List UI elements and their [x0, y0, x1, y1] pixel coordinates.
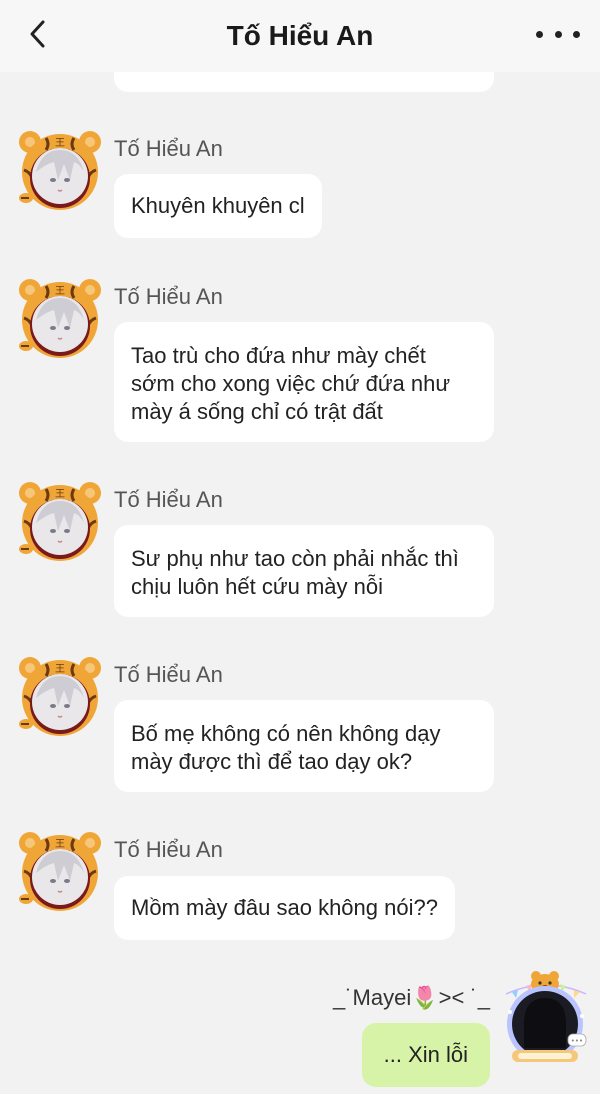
- more-horizontal-icon: [536, 30, 543, 38]
- message-bubble[interactable]: Bố mẹ không có nên không dạy mày được th…: [114, 700, 494, 792]
- chat-title: Tố Hiểu An: [226, 20, 374, 51]
- more-options-button[interactable]: [536, 18, 580, 50]
- chat-header: Tố Hiểu An: [0, 0, 600, 72]
- sender-avatar[interactable]: [16, 827, 104, 915]
- message-bubble[interactable]: Tao trù cho đứa như mày chết sớm cho xon…: [114, 322, 494, 442]
- message-bubble[interactable]: Khuyên khuyên cl: [114, 174, 322, 238]
- my-display-name: _˙Mayei🌷>< ˙_: [332, 985, 490, 1010]
- sender-avatar[interactable]: [16, 274, 104, 362]
- back-button[interactable]: [20, 16, 56, 52]
- sender-avatar[interactable]: [16, 652, 104, 740]
- sender-name: Tố Hiểu An: [114, 487, 223, 512]
- message-bubble[interactable]: Sư phụ như tao còn phải nhắc thì chịu lu…: [114, 525, 494, 617]
- my-avatar[interactable]: •••: [500, 968, 592, 1068]
- sender-avatar[interactable]: [16, 126, 104, 214]
- sender-name: Tố Hiểu An: [114, 136, 223, 161]
- sender-name: Tố Hiểu An: [114, 837, 223, 862]
- sender-avatar[interactable]: [16, 477, 104, 565]
- outgoing-message-bubble[interactable]: ... Xin lỗi: [361, 1023, 490, 1087]
- sender-name: Tố Hiểu An: [114, 662, 223, 687]
- chevron-left-icon: [30, 20, 45, 48]
- svg-text:•••: •••: [571, 1037, 583, 1045]
- sender-name: Tố Hiểu An: [114, 284, 223, 309]
- message-bubble[interactable]: Mồm mày đâu sao không nói??: [114, 876, 455, 940]
